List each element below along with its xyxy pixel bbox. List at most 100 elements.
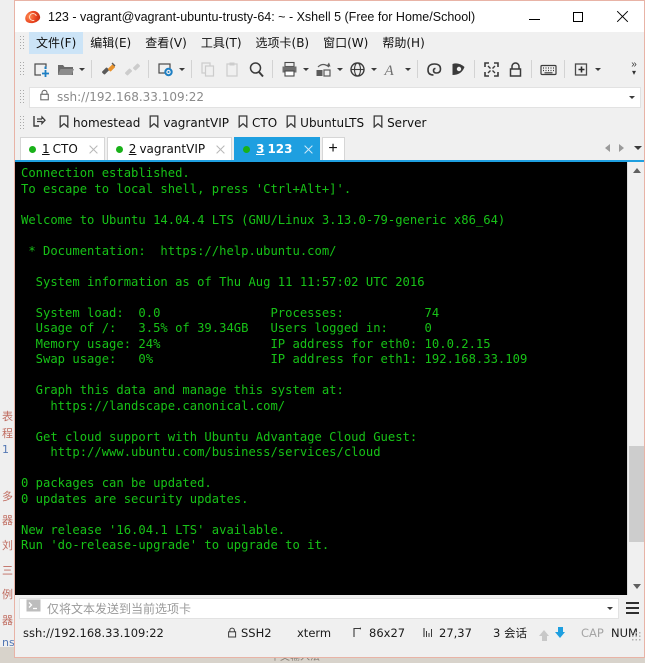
add-pane-icon[interactable] (569, 57, 593, 81)
tool-bar: A » ▾ (15, 54, 644, 84)
toolbar-gripper[interactable] (19, 61, 26, 77)
bookmark-ubuntults[interactable]: UbuntuLTS (283, 113, 370, 133)
keyboard-icon[interactable] (536, 57, 560, 81)
menu-window[interactable]: 窗口(W) (316, 31, 375, 55)
download-arrow-icon (555, 627, 565, 638)
print-dropdown-icon[interactable] (301, 57, 311, 81)
window-controls (512, 1, 644, 32)
maximize-button[interactable] (556, 1, 600, 32)
tab-close-icon[interactable] (214, 143, 227, 156)
menu-tools[interactable]: 工具(T) (194, 31, 249, 55)
tab-label: 123 (267, 142, 293, 156)
tab-scroll-right-icon[interactable] (614, 139, 628, 157)
new-session-icon[interactable] (29, 57, 53, 81)
status-protocol: SSH2 (227, 626, 272, 640)
find-icon[interactable] (244, 57, 268, 81)
bookmark-homestead[interactable]: homestead (56, 113, 146, 133)
minimize-button[interactable] (512, 1, 556, 32)
globe-icon[interactable] (345, 57, 369, 81)
terminal-line: Graph this data and manage this system a… (21, 383, 344, 397)
toolbar-overflow-button[interactable]: » ▾ (626, 54, 642, 84)
background-glyph: 多 (2, 490, 13, 503)
hamburger-menu-icon[interactable] (622, 597, 642, 619)
menu-tabs[interactable]: 选项卡(B) (249, 31, 317, 55)
terminal-line: System information as of Thu Aug 11 11:5… (21, 274, 425, 289)
xftp-icon[interactable] (422, 57, 446, 81)
xshell-app-icon (23, 9, 42, 25)
address-dropdown-icon[interactable] (624, 88, 640, 107)
bookmark-vagrantvip[interactable]: vagrantVIP (146, 113, 235, 133)
addressbar-gripper[interactable] (19, 89, 26, 105)
print-icon[interactable] (277, 57, 301, 81)
session-properties-icon[interactable] (153, 57, 177, 81)
send-text-input[interactable]: 仅将文本发送到当前选项卡 (19, 597, 619, 619)
tab-123[interactable]: 3 123 (234, 137, 320, 160)
copy-icon[interactable] (196, 57, 220, 81)
tab-label: CTO (52, 142, 78, 156)
open-session-button[interactable] (29, 112, 56, 133)
lock-icon[interactable] (503, 57, 527, 81)
bookmark-label: Server (387, 115, 427, 130)
address-value: ssh://192.168.33.109:22 (57, 90, 204, 104)
status-transfer-indicators (539, 627, 565, 641)
new-tab-button[interactable]: + (321, 137, 345, 160)
bookmark-flag-icon (373, 114, 383, 131)
scrollbar-thumb[interactable] (629, 446, 644, 542)
tab-scroll-left-icon[interactable] (600, 139, 614, 157)
background-glyph: 例 (2, 588, 13, 601)
address-lock-icon (39, 88, 50, 106)
bookmarkbar-gripper[interactable] (19, 114, 26, 131)
background-glyph: 程 (2, 427, 13, 440)
font-icon[interactable]: A (379, 57, 403, 81)
menu-view[interactable]: 查看(V) (138, 31, 194, 55)
fullscreen-icon[interactable] (479, 57, 503, 81)
address-bar: ssh://192.168.33.109:22 (15, 84, 644, 110)
status-terminal-type: xterm (297, 625, 332, 640)
window-resize-grip[interactable] (631, 631, 641, 641)
open-folder-dropdown-icon[interactable] (77, 57, 87, 81)
tab-vagrantvip[interactable]: 2 vagrantVIP (106, 137, 233, 160)
tab-close-icon[interactable] (302, 143, 315, 156)
file-transfer-dropdown-icon[interactable] (335, 57, 345, 81)
add-pane-dropdown-icon[interactable] (593, 57, 603, 81)
open-folder-icon[interactable] (53, 57, 77, 81)
terminal-area: Connection established. To escape to loca… (15, 162, 644, 595)
file-transfer-icon[interactable] (311, 57, 335, 81)
send-text-dropdown-icon[interactable] (602, 599, 618, 618)
menu-edit[interactable]: 编辑(E) (83, 31, 138, 55)
menu-gripper[interactable] (19, 35, 26, 51)
scroll-up-icon[interactable] (628, 162, 645, 179)
menu-bar: 文件(F) 编辑(E) 查看(V) 工具(T) 选项卡(B) 窗口(W) 帮助(… (15, 31, 644, 55)
send-text-bar: 仅将文本发送到当前选项卡 (15, 595, 644, 621)
disconnect-icon[interactable] (120, 57, 144, 81)
bookmark-server[interactable]: Server (370, 113, 432, 133)
terminal-line: Usage of /: 3.5% of 39.34GB Users logged… (21, 321, 432, 335)
tab-cto[interactable]: 1 CTO (20, 137, 105, 160)
bookmark-cto[interactable]: CTO (235, 113, 283, 133)
address-input[interactable]: ssh://192.168.33.109:22 (29, 86, 641, 108)
tab-status-dot-icon (29, 145, 36, 153)
terminal-line: Run 'do-release-upgrade' to upgrade to i… (21, 538, 330, 552)
background-glyph: 表 (2, 410, 13, 423)
toolbar-separator (272, 60, 273, 78)
window-title: 123 - vagrant@vagrant-ubuntu-trusty-64: … (48, 9, 476, 24)
close-button[interactable] (600, 1, 644, 32)
session-properties-dropdown-icon[interactable] (177, 57, 187, 81)
globe-dropdown-icon[interactable] (369, 57, 379, 81)
paste-icon[interactable] (220, 57, 244, 81)
font-dropdown-icon[interactable] (403, 57, 413, 81)
tab-status-dot-icon (243, 145, 251, 153)
connect-icon[interactable] (96, 57, 120, 81)
status-caps: CAP (581, 625, 604, 640)
menu-file[interactable]: 文件(F) (29, 31, 84, 55)
scroll-down-icon[interactable] (628, 578, 645, 595)
toolbar-separator (148, 60, 149, 78)
terminal-output[interactable]: Connection established. To escape to loca… (15, 162, 627, 595)
xagent-icon[interactable] (446, 57, 470, 81)
tab-close-icon[interactable] (87, 143, 100, 156)
terminal-scrollbar[interactable] (627, 162, 644, 595)
tab-list-dropdown-icon[interactable] (628, 139, 642, 157)
menu-help[interactable]: 帮助(H) (375, 31, 431, 55)
